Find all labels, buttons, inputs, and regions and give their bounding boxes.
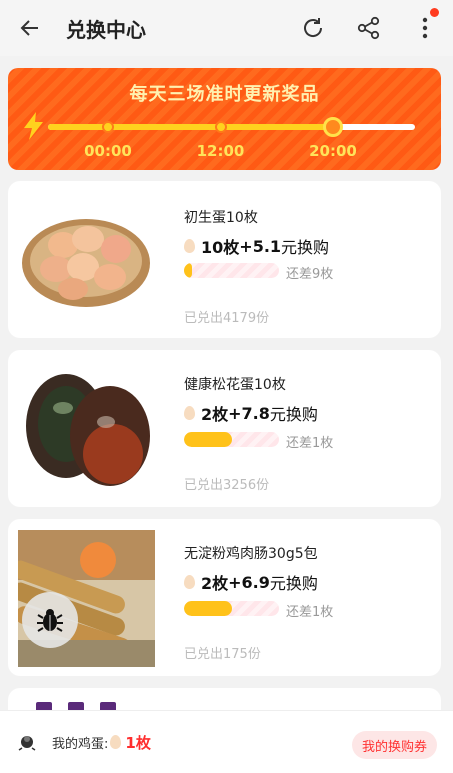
my-eggs-label: 我的鸡蛋: — [52, 736, 109, 752]
timeline-time-label[interactable]: 12:00 — [197, 142, 245, 160]
lightning-icon — [24, 112, 43, 140]
timeline-dot — [323, 117, 343, 137]
product-price: 2枚 +7.8 元换购 — [184, 401, 318, 425]
timeline-progress — [48, 124, 333, 130]
egg-progress-bar — [184, 601, 279, 616]
egg-icon — [184, 406, 195, 420]
price-suffix: 元换购 — [269, 574, 318, 593]
product-price: 10枚 +5.1 元换购 — [184, 234, 329, 258]
timeline-dot — [102, 121, 114, 133]
top-bar: 兑换中心 — [0, 0, 453, 56]
century-eggs-image — [26, 374, 150, 486]
price-cash: +7.8 — [228, 403, 270, 423]
timeline-time-label[interactable]: 20:00 — [309, 142, 357, 160]
product-card[interactable]: 健康松花蛋10枚 2枚 +7.8 元换购 还差1枚 已兑出3256份 — [8, 350, 441, 507]
remaining-eggs: 还差9枚 — [286, 267, 334, 282]
price-suffix: 元换购 — [281, 238, 330, 257]
page-title: 兑换中心 — [66, 17, 146, 42]
banner-title: 每天三场准时更新奖品 — [129, 84, 320, 105]
timeline-dot — [214, 121, 227, 133]
egg-progress-bar — [184, 432, 279, 447]
more-vertical-icon — [422, 17, 428, 39]
sold-count: 已兑出4179份 — [184, 311, 270, 326]
price-eggs: 10枚 — [201, 238, 240, 257]
price-suffix: 元换购 — [269, 405, 318, 424]
price-eggs: 2枚 — [201, 405, 229, 424]
egg-progress-bar — [184, 263, 279, 278]
product-price: 2枚 +6.9 元换购 — [184, 570, 318, 594]
product-name: 健康松花蛋10枚 — [184, 377, 286, 393]
sold-count: 已兑出175份 — [184, 647, 261, 662]
product-name: 无淀粉鸡肉肠30g5包 — [184, 546, 318, 562]
sold-count: 已兑出3256份 — [184, 478, 270, 493]
schedule-banner: 每天三场准时更新奖品 00:00 12:00 20:00 — [8, 68, 441, 170]
more-button[interactable] — [397, 0, 453, 56]
share-icon — [357, 16, 380, 40]
notification-dot — [430, 8, 439, 17]
egg-icon — [184, 239, 195, 253]
back-button[interactable] — [0, 0, 60, 56]
product-card[interactable]: 无淀粉鸡肉肠30g5包 2枚 +6.9 元换购 还差1枚 已兑出175份 — [8, 519, 441, 676]
egg-icon — [110, 735, 122, 749]
price-cash: +6.9 — [228, 572, 270, 592]
bug-icon — [37, 609, 63, 632]
bottom-bar: 我的鸡蛋: 1枚 我的换购券 — [0, 710, 453, 773]
remaining-eggs: 还差1枚 — [286, 605, 334, 620]
refresh-icon — [304, 18, 323, 37]
price-eggs: 2枚 — [201, 574, 229, 593]
price-cash: +5.1 — [239, 236, 282, 256]
chicken-avatar-icon — [18, 736, 36, 751]
remaining-eggs: 还差1枚 — [286, 436, 334, 451]
timeline-time-label[interactable]: 00:00 — [84, 142, 132, 160]
share-button[interactable] — [341, 0, 397, 56]
debug-floating-button[interactable] — [22, 592, 78, 648]
product-name: 初生蛋10枚 — [184, 210, 258, 226]
eggs-basket-image — [22, 219, 150, 307]
my-vouchers-button[interactable]: 我的换购券 — [351, 731, 437, 759]
my-eggs-count: 1枚 — [125, 733, 151, 752]
back-arrow-icon — [20, 20, 38, 36]
product-card[interactable]: 初生蛋10枚 10枚 +5.1 元换购 还差9枚 已兑出4179份 — [8, 181, 441, 338]
refresh-button[interactable] — [285, 0, 341, 56]
egg-icon — [184, 575, 195, 589]
